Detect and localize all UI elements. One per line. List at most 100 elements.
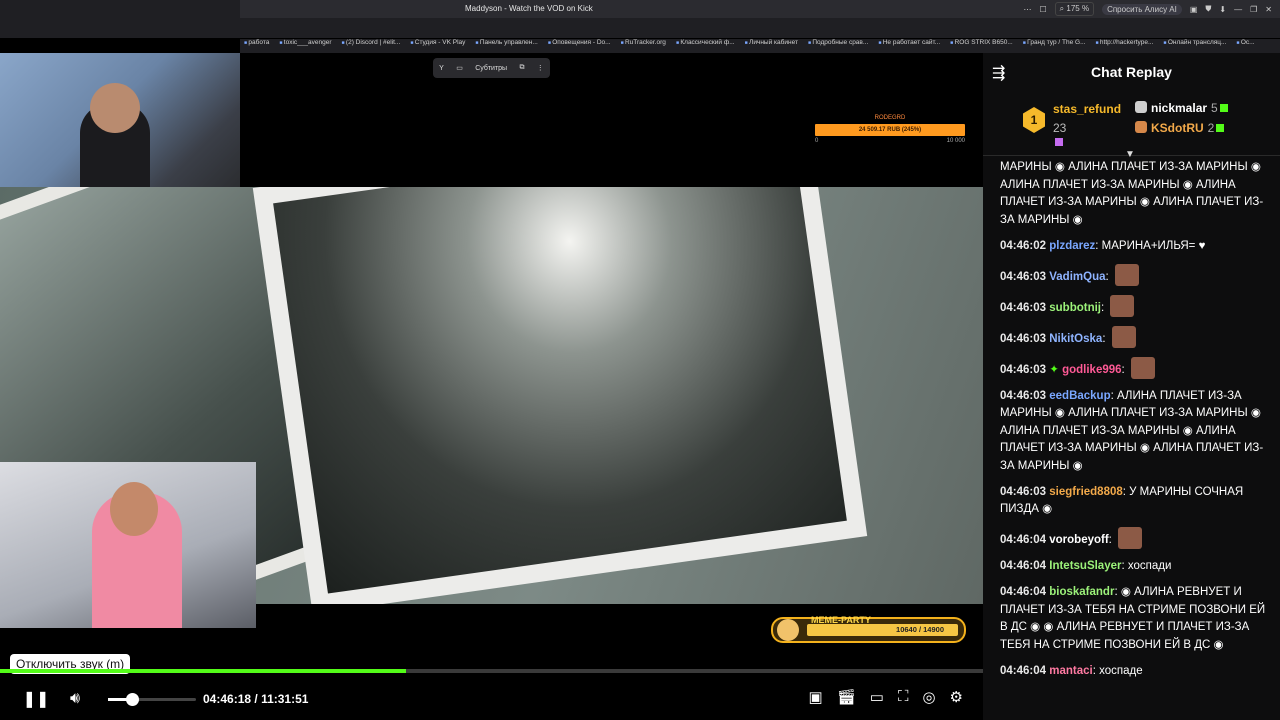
donation-amount: 24 509.17 RUB (245%): [815, 124, 965, 136]
meme-party-widget: MEME-PARTY 10640 / 14900: [771, 615, 966, 643]
message-timestamp: 04:46:03: [1000, 485, 1047, 498]
mini-player-icon[interactable]: ▣: [809, 688, 823, 706]
time-separator: /: [254, 692, 258, 706]
extension-icon[interactable]: ▣: [1190, 5, 1198, 14]
subtitles-label[interactable]: Субтитры: [475, 65, 507, 72]
message-timestamp: 04:46:04: [1000, 534, 1047, 546]
face-emote-icon: [1110, 294, 1135, 317]
pause-icon[interactable]: ❚❚: [20, 689, 52, 709]
message-username[interactable]: subbotnij: [1049, 302, 1101, 314]
chat-message: 04:46:03 siegfried8808: У МАРИНЫ СОЧНАЯ …: [1000, 484, 1275, 519]
message-username[interactable]: siegfried8808: [1049, 486, 1123, 498]
bookmark-item[interactable]: работа: [244, 39, 269, 53]
seek-bar[interactable]: [0, 669, 983, 673]
rank-3-badge-icon: [1135, 121, 1147, 133]
clip-icon[interactable]: 🎬︎: [837, 688, 856, 706]
message-username[interactable]: godlike996: [1062, 364, 1121, 376]
volume-icon[interactable]: 🔊︎: [59, 690, 91, 708]
rank-2-badge-icon: [1135, 101, 1147, 113]
chat-header: ⇶ Chat Replay: [983, 53, 1280, 91]
username-colon: :: [1105, 270, 1112, 283]
message-timestamp: 04:46:04: [1000, 586, 1047, 598]
fullscreen-icon[interactable]: ⛶: [898, 688, 909, 706]
message-timestamp: 04:46:03: [1000, 332, 1047, 345]
translate-icon[interactable]: Y: [439, 65, 444, 72]
leader-3[interactable]: KSdotRU 2: [1135, 121, 1225, 135]
message-timestamp: 04:46:03: [1000, 363, 1047, 376]
tab-title[interactable]: Maddyson - Watch the VOD on Kick: [465, 4, 593, 13]
theater-mode-icon[interactable]: ▭: [870, 688, 884, 706]
seek-bar-fill: [0, 669, 406, 673]
title-bar: Maddyson - Watch the VOD on Kick ⋯ ☐ ⌕ 1…: [240, 0, 1280, 18]
chat-message: 04:46:03 subbotnij:: [1000, 294, 1275, 318]
time-display: 04:46:18 / 11:31:51: [203, 692, 308, 706]
speed-icon[interactable]: ◎: [922, 688, 935, 706]
volume-knob[interactable]: [125, 693, 139, 706]
bookmark-item[interactable]: Классический ф...: [676, 39, 734, 53]
restore-icon[interactable]: ❐: [1250, 5, 1257, 14]
message-username[interactable]: NikitOska: [1049, 333, 1102, 345]
bookmark-item[interactable]: Онлайн трансляц...: [1163, 39, 1227, 53]
username-colon: :: [1101, 301, 1108, 314]
message-timestamp: 04:46:03: [1000, 389, 1047, 402]
username-colon: :: [1102, 332, 1109, 345]
message-username[interactable]: VadimQua: [1049, 271, 1105, 283]
message-username[interactable]: plzdarez: [1049, 240, 1095, 252]
message-username[interactable]: vorobeyoff: [1049, 534, 1108, 546]
chat-message: 04:46:04 mantaci: хоспаде: [1000, 663, 1275, 681]
download-icon[interactable]: ⬇: [1219, 5, 1226, 14]
bookmark-item[interactable]: RuTracker.org: [621, 39, 666, 53]
leader-3-count: 2: [1207, 121, 1215, 135]
volume-slider[interactable]: [108, 693, 196, 706]
subtitles-bar[interactable]: Y ▭ Субтитры ⧉ ⋮: [433, 58, 550, 78]
bookmark-item[interactable]: toxic___avenger: [279, 39, 332, 53]
gift-icon: [1055, 138, 1063, 146]
leader-2-count: 5: [1211, 101, 1218, 115]
shield-icon[interactable]: ⛊: [1205, 4, 1211, 14]
bookmark-item[interactable]: ROG STRIX B650...: [950, 39, 1013, 53]
chat-message: 04:46:03 eedBackup: АЛИНА ПЛАЧЕТ ИЗ-ЗА М…: [1000, 388, 1275, 476]
alice-button[interactable]: Спросить Алису AI: [1102, 3, 1182, 15]
chat-message: 04:46:03 NikitOska:: [1000, 325, 1275, 349]
bookmark-item[interactable]: (2) Discord | #elit...: [342, 39, 400, 53]
bookmark-item[interactable]: Студия - VK Play: [410, 39, 466, 53]
leader-2-name: nickmalar: [1151, 101, 1208, 115]
message-username[interactable]: bioskafandr: [1049, 586, 1114, 598]
meme-party-progress: 10640 / 14900: [807, 624, 958, 636]
bookmark-item[interactable]: Подробные срав...: [808, 39, 868, 53]
message-text: МАРИНА+ИЛЬЯ= ♥: [1101, 239, 1206, 252]
face-emote-icon: [1130, 356, 1155, 379]
bookmark-item[interactable]: http://hackertype...: [1096, 39, 1153, 53]
gift-icon: [1216, 124, 1225, 132]
message-username[interactable]: mantaci: [1049, 665, 1092, 677]
bookmark-item[interactable]: Не работает сайт...: [878, 39, 940, 53]
rank-1-badge-icon: 1: [1023, 107, 1045, 133]
video-player[interactable]: Y ▭ Субтитры ⧉ ⋮ RODEGRD 24 509.17 RUB (…: [0, 53, 983, 720]
message-username[interactable]: IntetsuSlayer: [1049, 560, 1121, 572]
bookmark-icon[interactable]: ☐: [1040, 5, 1047, 14]
settings-gear-icon[interactable]: ⚙: [950, 688, 963, 706]
pip-icon[interactable]: ⧉: [519, 64, 524, 72]
donation-goal: RODEGRD 24 509.17 RUB (245%) 0 10 000: [815, 115, 965, 147]
more-icon[interactable]: ⋯: [1024, 5, 1032, 14]
bookmark-item[interactable]: Панель управлен...: [475, 39, 538, 53]
menu-dots-icon[interactable]: ⋮: [537, 64, 544, 72]
doge-icon: [777, 619, 799, 641]
sparkle-badge-icon: ✦: [1049, 363, 1063, 376]
streamer-face: [110, 482, 158, 536]
bookmark-item[interactable]: Оповещения - Do...: [548, 39, 610, 53]
message-text: МАРИНЫ ◉ АЛИНА ПЛАЧЕТ ИЗ-ЗА МАРИНЫ ◉ АЛИ…: [1000, 161, 1264, 226]
message-username[interactable]: eedBackup: [1049, 390, 1110, 402]
username-colon: :: [1121, 363, 1128, 376]
leader-2[interactable]: nickmalar 5: [1135, 101, 1228, 115]
chat-message: 04:46:02 plzdarez: МАРИНА+ИЛЬЯ= ♥: [1000, 238, 1275, 256]
bookmark-item[interactable]: Личный кабинет: [745, 39, 798, 53]
message-timestamp: 04:46:04: [1000, 664, 1047, 677]
zoom-indicator[interactable]: ⌕ 175 %: [1054, 2, 1095, 16]
close-icon[interactable]: ✕: [1265, 5, 1272, 14]
bookmark-item[interactable]: Гранд тур / The G...: [1023, 39, 1085, 53]
message-text: хоспаде: [1099, 664, 1143, 677]
minimize-icon[interactable]: —: [1234, 5, 1242, 14]
bookmark-item[interactable]: Ос...: [1236, 39, 1255, 53]
chat-panel: ⇶ Chat Replay 1 stas_refund 23 nickmalar…: [983, 53, 1280, 720]
